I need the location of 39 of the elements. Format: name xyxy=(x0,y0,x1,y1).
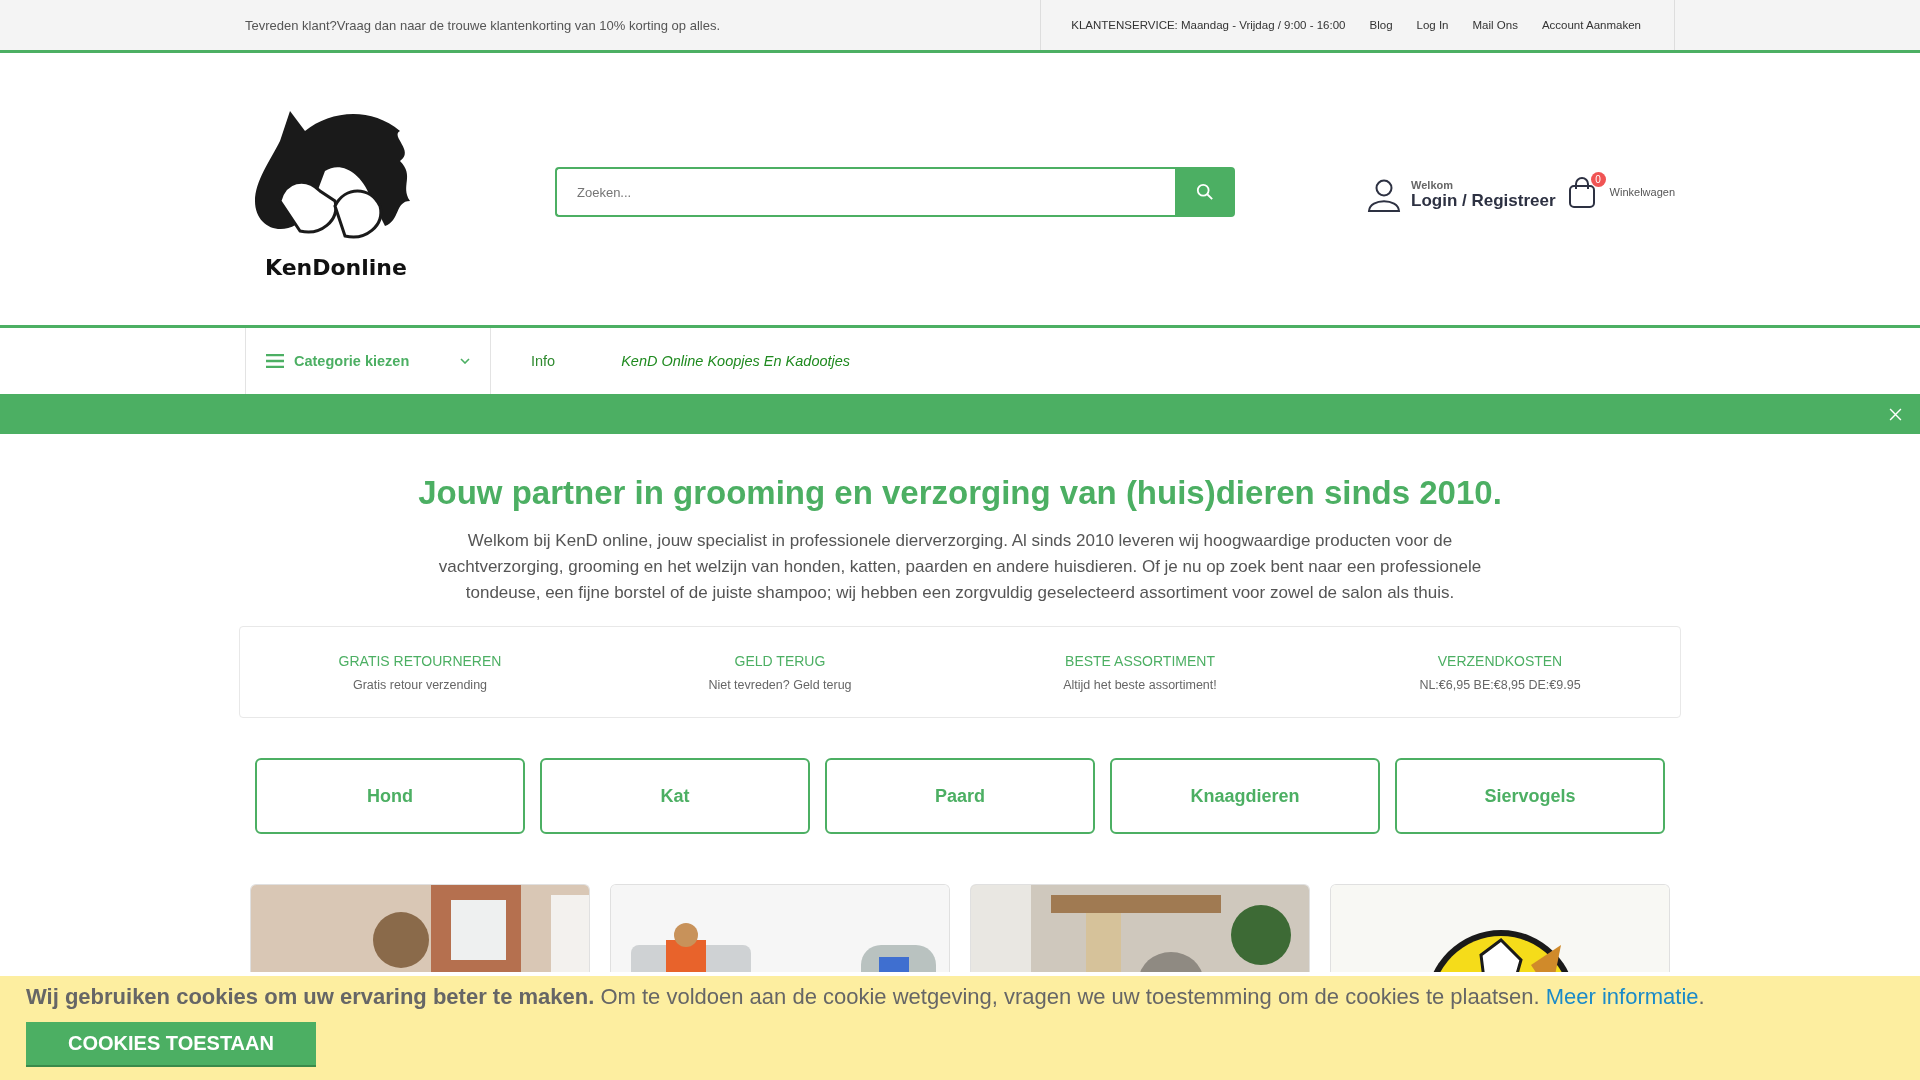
promo-text: Tevreden klant?Vraag dan naar de trouwe klantenkorting van 10% korting op alles. xyxy=(245,17,721,33)
category-button[interactable]: Siervogels xyxy=(1395,758,1665,834)
feature-text: Niet tevreden? Geld terug xyxy=(708,677,852,692)
accept-cookies-button[interactable]: COOKIES TOESTAAN xyxy=(26,1022,316,1067)
nav-link[interactable]: KenD Online Koopjes En Kadootjes xyxy=(621,353,851,369)
category-button[interactable]: Kat xyxy=(540,758,810,834)
menu-icon xyxy=(266,354,284,368)
shopping-bag-icon[interactable] xyxy=(1567,177,1596,209)
category-menu[interactable]: Categorie kiezen xyxy=(245,328,491,394)
welcome-label: Welkom xyxy=(1411,179,1455,191)
feature-text: Gratis retour verzending xyxy=(352,677,488,692)
top-link[interactable]: Mail Ons xyxy=(1472,19,1518,31)
cart-count-badge: 0 xyxy=(1590,172,1606,187)
top-link[interactable]: Log In xyxy=(1416,19,1449,31)
nav-link[interactable]: Info xyxy=(531,353,556,369)
login-link[interactable]: Login / Registreer xyxy=(1411,191,1556,211)
logo-text[interactable]: KenDonline xyxy=(265,255,407,280)
search-field[interactable]: Zoeken... xyxy=(555,167,1175,217)
category-button[interactable]: Paard xyxy=(825,758,1095,834)
close-icon[interactable] xyxy=(1889,408,1902,421)
intro-text: Welkom bij KenD online, jouw specialist in professionele dierverzorging. Al sinds 2010 leveren wij hoogwaardige producten voor de vachtverzorging, grooming en het welzijn van honden, katten, paarden en andere huisdieren. Of je nu op zoek bent naar een professionele tondeuse, een fijne borstel of de juiste shampoo; wij hebben een zorgvuldig geselecteerd assortiment voor zowel de salon als thuis. xyxy=(437,530,1483,604)
top-link[interactable]: Account Aanmaken xyxy=(1541,19,1641,31)
more-info-link[interactable]: Meer informatie xyxy=(1545,984,1699,1009)
cart-label[interactable]: Winkelwagen xyxy=(1609,186,1675,198)
feature-title: GELD TERUG xyxy=(734,652,826,669)
intro-heading: Jouw partner in grooming en verzorging van (huis)dieren sinds 2010. xyxy=(418,474,1502,512)
chevron-down-icon xyxy=(460,358,470,364)
category-button[interactable]: Hond xyxy=(255,758,525,834)
feature-text: Altijd het beste assortiment! xyxy=(1063,677,1217,692)
feature-title: VERZENDKOSTEN xyxy=(1437,652,1563,669)
feature-title: BESTE ASSORTIMENT xyxy=(1065,652,1215,669)
feature-text: NL:€6,95 BE:€8,95 DE:€9.95 xyxy=(1419,677,1581,692)
feature-title: GRATIS RETOURNEREN xyxy=(338,652,502,669)
cookie-message: Wij gebruiken cookies om uw ervaring beter te maken. Om te voldoen aan de cookie wetgeving, vragen we uw toestemming om de cookies te plaatsen. Meer informatie. xyxy=(26,984,1706,1010)
search-icon xyxy=(1196,183,1214,201)
service-hours: KLANTENSERVICE: Maandag - Vrijdag / 9:00 - 16:00 xyxy=(1071,19,1346,31)
category-button[interactable]: Knaagdieren xyxy=(1110,758,1380,834)
user-icon[interactable] xyxy=(1367,178,1402,212)
top-link[interactable]: Blog xyxy=(1369,19,1393,31)
